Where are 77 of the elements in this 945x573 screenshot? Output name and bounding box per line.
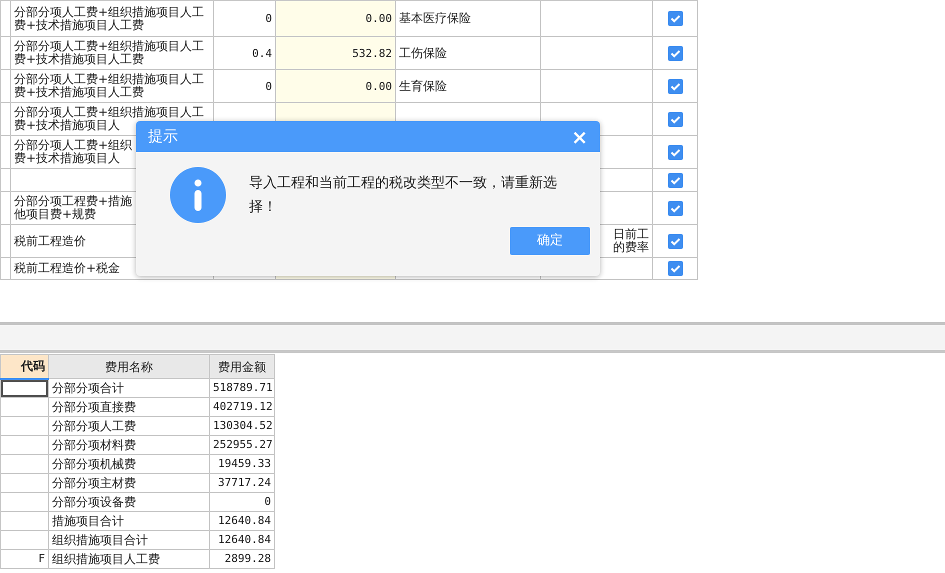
fee-name-cell: 组织措施项目人工费 — [48, 550, 210, 568]
amount-cell: 19459.33 — [210, 454, 274, 474]
code-cell — [0, 474, 48, 492]
formula-line: 费+技术措施项目人工费 — [14, 53, 144, 66]
checkbox[interactable] — [668, 144, 682, 160]
formula-line: 分部分项工程费+措施 — [14, 195, 132, 208]
formula-line: 分部分项人工费+组织 — [14, 139, 132, 152]
fee-name-cell: 工伤保险 — [396, 36, 540, 70]
amount-cell: 130304.52 — [210, 416, 274, 436]
dialog-title: 提示 — [148, 126, 178, 148]
code-cell: F — [0, 550, 48, 568]
code-cell — [0, 492, 48, 512]
formula-line: 费+技术措施项目人工费 — [14, 18, 144, 32]
amount-cell: 532.82 — [276, 36, 396, 70]
remark-line: 日前工 — [613, 228, 649, 241]
table-row[interactable]: 措施项目合计 12640.84 — [0, 512, 274, 530]
table-row[interactable]: F 组织措施项目人工费 2899.28 — [0, 550, 274, 568]
formula-line: 他项目费+规费 — [14, 208, 96, 221]
fee-name-cell: 措施项目合计 — [48, 512, 210, 530]
column-header[interactable]: 费用名称 — [48, 354, 210, 378]
amount-cell: 0.00 — [276, 0, 396, 36]
fee-name-cell: 组织措施项目合计 — [48, 530, 210, 550]
checkbox[interactable] — [668, 234, 682, 248]
checkbox[interactable] — [668, 172, 682, 188]
remark-line: 的费率 — [613, 241, 649, 254]
checkbox[interactable] — [668, 46, 682, 60]
checkbox[interactable] — [668, 261, 682, 276]
fee-name-cell: 分部分项机械费 — [48, 454, 210, 474]
amount-cell: 12640.84 — [210, 530, 274, 550]
table-row[interactable]: 分部分项材料费 252955.27 — [0, 436, 274, 454]
amount-cell: 402719.12 — [210, 398, 274, 416]
fee-name-cell: 分部分项材料费 — [48, 436, 210, 454]
code-cell — [0, 530, 48, 550]
code-cell — [0, 512, 48, 530]
checkbox[interactable] — [668, 78, 682, 94]
formula-line: 分部分项人工费+组织措施项目人工 — [14, 6, 204, 18]
table-row[interactable]: 分部分项机械费 19459.33 — [0, 454, 274, 474]
fee-name-cell: 基本医疗保险 — [396, 0, 540, 36]
amount-cell: 12640.84 — [210, 512, 274, 530]
fee-name-cell: 生育保险 — [396, 70, 540, 102]
formula-line: 分部分项人工费+组织措施项目人工 — [14, 40, 204, 53]
formula-line: 分部分项人工费+组织措施项目人工 — [14, 73, 204, 86]
info-icon — [170, 167, 226, 223]
checkbox[interactable] — [668, 11, 682, 26]
checkbox[interactable] — [668, 112, 682, 126]
fee-name-cell: 分部分项设备费 — [48, 492, 210, 512]
formula-line: 分部分项人工费+组织措施项目人工 — [14, 106, 204, 119]
code-cell — [0, 454, 48, 474]
table-row[interactable]: 分部分项主材费 37717.24 — [0, 474, 274, 492]
fee-name-cell: 分部分项直接费 — [48, 398, 210, 416]
table-row[interactable]: 分部分项合计 518789.71 — [0, 378, 274, 398]
code-cell — [0, 436, 48, 454]
fee-name-cell: 分部分项人工费 — [48, 416, 210, 436]
amount-cell: 518789.71 — [210, 378, 274, 398]
code-cell — [0, 398, 48, 416]
formula-line: 税前工程造价 — [14, 234, 86, 248]
column-header[interactable]: 费用金额 — [210, 354, 274, 378]
amount-cell: 0.00 — [276, 70, 396, 102]
formula-line: 费+技术措施项目人 — [14, 119, 120, 132]
formula-line: 费+技术措施项目人工费 — [14, 86, 144, 99]
formula-line: 费+技术措施项目人 — [14, 152, 120, 165]
column-header[interactable]: 代码 — [0, 354, 48, 378]
dialog-message: 导入工程和当前工程的税改类型不一致，请重新选择！ — [249, 174, 558, 217]
formula-line: 税前工程造价+税金 — [14, 262, 120, 275]
code-cell — [0, 378, 48, 398]
table-row[interactable]: 分部分项人工费 130304.52 — [0, 416, 274, 436]
amount-cell: 37717.24 — [210, 474, 274, 492]
code-cell — [0, 416, 48, 436]
amount-cell: 2899.28 — [210, 550, 274, 568]
amount-cell: 0 — [210, 492, 274, 512]
table-row[interactable]: 分部分项设备费 0 — [0, 492, 274, 512]
table-row[interactable]: 组织措施项目合计 12640.84 — [0, 530, 274, 550]
amount-cell: 252955.27 — [210, 436, 274, 454]
fee-name-cell: 分部分项合计 — [48, 378, 210, 398]
fee-name-cell: 分部分项主材费 — [48, 474, 210, 492]
table-row[interactable]: 分部分项直接费 402719.12 — [0, 398, 274, 416]
checkbox[interactable] — [668, 200, 682, 216]
